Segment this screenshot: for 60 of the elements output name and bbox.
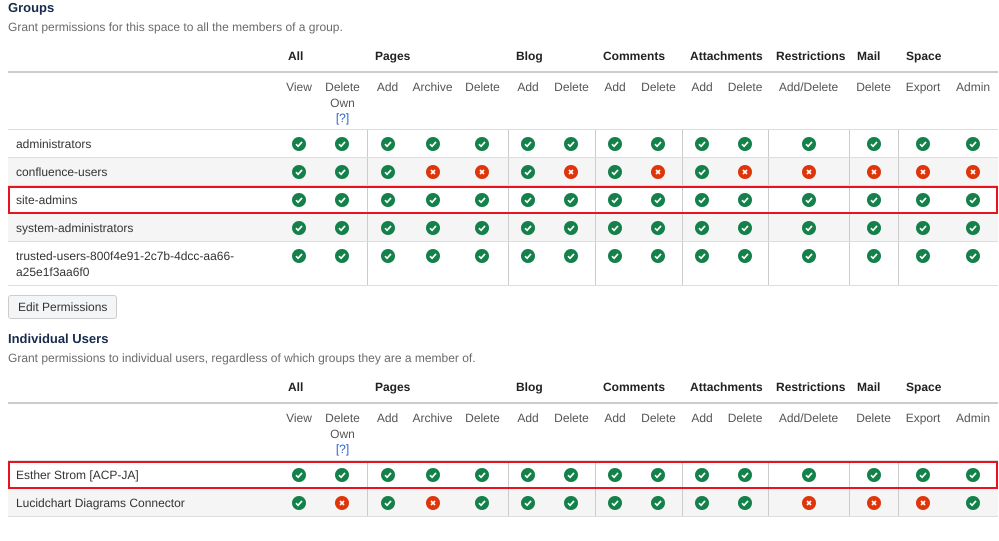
column-group-header: Restrictions [776,380,846,394]
column-group-header: Space [906,380,942,394]
column-header: Add [517,79,539,95]
column-header: Delete [554,79,589,95]
column-header: Delete [856,410,891,426]
column-header: Delete [465,79,500,95]
column-header: Archive [412,79,452,95]
column-header: Delete [641,410,676,426]
column-header: Delete [465,410,500,426]
column-header: View [286,410,312,426]
section-heading: Groups [8,0,56,16]
column-header: Delete [554,410,589,426]
column-header: Admin [956,410,990,426]
column-header: Delete Own [324,410,361,442]
column-header: Add [604,410,626,426]
column-header: Add [376,410,398,426]
column-group-header: Mail [857,380,880,394]
row-name: Esther Strom [ACP-JA] [16,468,139,482]
column-header: Add [691,410,713,426]
column-header: Archive [412,410,452,426]
column-group-header: Restrictions [776,49,846,63]
column-group-header: Pages [375,380,410,394]
help-link[interactable]: [?] [336,442,350,457]
section-description: Grant permissions for this space to all the members of a group. [8,20,344,35]
column-header: Delete [641,79,676,95]
column-group-header: Attachments [690,49,763,63]
column-group-header: Space [906,49,942,63]
column-header: Export [906,79,940,95]
column-header: Add [604,79,626,95]
column-header: View [286,79,312,95]
column-header: Add/Delete [778,79,838,95]
column-group-header: All [288,380,304,394]
row-name: site-admins [16,193,78,207]
column-header: Delete Own [324,79,361,111]
row-name: confluence-users [16,165,108,179]
edit-permissions-button[interactable]: Edit Permissions [8,295,118,319]
column-header: Add [517,410,539,426]
column-header: Delete [728,79,762,95]
column-header: Delete [728,410,762,426]
row-name: administrators [16,137,92,151]
column-header: Export [906,410,940,426]
section-description: Grant permissions to individual users, regardless of which groups they are a member of. [8,351,477,366]
column-group-header: All [288,49,304,63]
column-header: Delete [856,79,891,95]
column-group-header: Comments [603,49,666,63]
column-header: Add/Delete [778,410,838,426]
column-group-header: Mail [857,49,880,63]
column-header: Add [691,79,713,95]
row-name: Lucidchart Diagrams Connector [16,496,185,510]
column-group-header: Blog [516,49,543,63]
column-group-header: Comments [603,380,666,394]
column-header: Add [376,79,398,95]
section-heading: Individual Users [8,331,110,347]
help-link[interactable]: [?] [336,111,350,126]
row-name: system-administrators [16,221,134,235]
column-group-header: Blog [516,380,543,394]
column-header: Admin [956,79,990,95]
row-name: trusted-users-800f4e91-2c7b-4dcc-aa66-a25e1f3aa6f0 [16,249,234,279]
column-group-header: Pages [375,49,410,63]
column-group-header: Attachments [690,380,763,394]
